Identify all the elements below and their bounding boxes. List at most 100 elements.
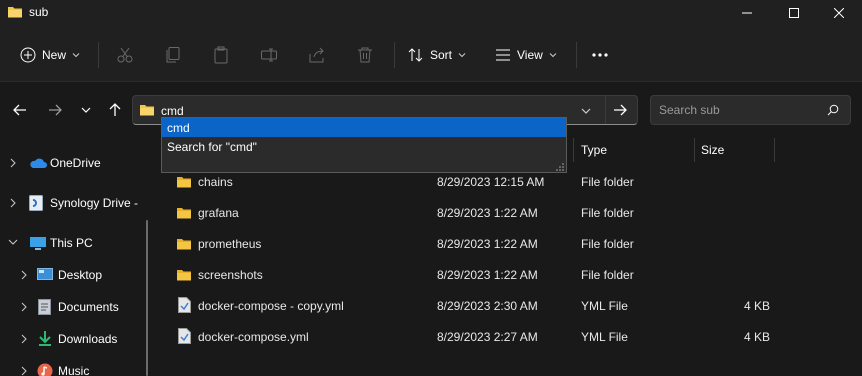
sidebar-item-downloads[interactable]: Downloads (0, 323, 150, 355)
file-type: YML File (581, 299, 628, 313)
file-date: 8/29/2023 12:15 AM (437, 175, 545, 189)
address-input[interactable]: cmd (161, 104, 184, 118)
chevron-right-icon[interactable] (20, 334, 28, 344)
file-type: File folder (581, 206, 634, 220)
music-icon (37, 363, 53, 376)
chevron-down-icon[interactable] (8, 238, 18, 246)
delete-icon (356, 46, 374, 64)
file-date: 8/29/2023 2:30 AM (437, 299, 538, 313)
cut-button[interactable] (110, 40, 140, 70)
back-button[interactable] (6, 96, 34, 124)
file-name: chains (198, 175, 233, 189)
sidebar-item-label: This PC (50, 236, 93, 250)
file-row[interactable]: docker-compose.yml 8/29/2023 2:27 AM YML… (160, 322, 850, 353)
folder-icon (176, 206, 192, 220)
paste-button[interactable] (206, 40, 236, 70)
sidebar-scrollbar[interactable] (146, 220, 148, 376)
cloud-icon (29, 156, 47, 170)
forward-button[interactable] (41, 96, 69, 124)
column-header-size[interactable]: Size (701, 143, 724, 167)
sidebar-item-label: Documents (58, 300, 119, 314)
sidebar-item-onedrive[interactable]: OneDrive (0, 147, 150, 179)
file-row[interactable]: prometheus 8/29/2023 1:22 AM File folder (160, 229, 850, 260)
minimize-button[interactable] (724, 0, 770, 26)
view-button[interactable]: View (489, 40, 563, 70)
share-icon (308, 46, 326, 64)
chevron-down-icon (458, 51, 466, 59)
yml-file-icon (178, 328, 191, 344)
file-type: File folder (581, 268, 634, 282)
maximize-icon (789, 8, 799, 18)
recent-locations-button[interactable] (72, 96, 100, 124)
column-header-type[interactable]: Type (581, 143, 607, 167)
chevron-down-icon (81, 105, 91, 115)
close-icon (834, 8, 844, 18)
search-input[interactable]: Search sub (659, 103, 720, 117)
sidebar-item-music[interactable]: Music (0, 355, 150, 376)
chevron-right-icon[interactable] (20, 366, 28, 376)
more-button[interactable] (585, 40, 615, 70)
file-date: 8/29/2023 1:22 AM (437, 268, 538, 282)
sidebar-item-synology-drive[interactable]: Synology Drive - (0, 187, 150, 219)
sidebar-item-label: OneDrive (50, 156, 101, 170)
window-title: sub (29, 5, 49, 19)
maximize-button[interactable] (771, 0, 817, 26)
suggestion-item[interactable]: Search for "cmd" (162, 137, 566, 156)
column-divider[interactable] (573, 138, 574, 162)
documents-icon (38, 299, 51, 315)
sidebar-item-desktop[interactable]: Desktop (0, 259, 150, 291)
file-name: docker-compose - copy.yml (198, 299, 344, 313)
yml-file-icon (178, 297, 191, 313)
chevron-right-icon[interactable] (9, 198, 17, 208)
file-size: 4 KB (744, 299, 771, 313)
chevron-down-icon (72, 51, 80, 59)
monitor-icon (29, 236, 47, 250)
column-divider[interactable] (694, 138, 695, 162)
new-label: New (42, 48, 67, 62)
arrow-up-icon (108, 103, 122, 117)
close-button[interactable] (816, 0, 862, 26)
download-icon (38, 330, 52, 347)
plus-circle-icon (20, 47, 36, 63)
delete-button[interactable] (350, 40, 380, 70)
sidebar-item-documents[interactable]: Documents (0, 291, 150, 323)
rename-button[interactable] (254, 40, 284, 70)
resize-grip-icon[interactable] (556, 163, 564, 171)
sort-icon (408, 47, 424, 63)
sidebar-item-label: Downloads (58, 332, 118, 346)
arrow-left-icon (13, 103, 27, 117)
divider (605, 96, 606, 124)
divider (576, 42, 577, 68)
go-arrow-icon[interactable] (613, 103, 627, 117)
sidebar-item-this-pc[interactable]: This PC (0, 227, 150, 259)
command-bar: New Sort View (0, 26, 862, 82)
chevron-right-icon[interactable] (20, 270, 28, 280)
folder-icon (176, 268, 192, 282)
suggestion-item[interactable]: cmd (162, 118, 566, 137)
folder-icon (7, 5, 23, 19)
copy-icon (164, 46, 182, 64)
file-date: 8/29/2023 1:22 AM (437, 237, 538, 251)
paste-icon (212, 46, 230, 64)
chevron-right-icon[interactable] (20, 302, 28, 312)
file-row[interactable]: screenshots 8/29/2023 1:22 AM File folde… (160, 260, 850, 291)
file-type: File folder (581, 237, 634, 251)
sort-button[interactable]: Sort (402, 40, 472, 70)
search-icon (827, 104, 839, 116)
share-button[interactable] (302, 40, 332, 70)
synology-icon (29, 195, 43, 211)
file-row[interactable]: grafana 8/29/2023 1:22 AM File folder (160, 198, 850, 229)
up-button[interactable] (101, 96, 129, 124)
chevron-right-icon[interactable] (9, 158, 17, 168)
column-divider[interactable] (774, 138, 775, 162)
copy-button[interactable] (158, 40, 188, 70)
sidebar-item-label: Synology Drive - (50, 196, 139, 210)
title-bar[interactable]: sub (0, 0, 862, 26)
file-size: 4 KB (744, 330, 771, 344)
chevron-down-icon[interactable] (581, 106, 591, 116)
search-box[interactable]: Search sub (650, 95, 851, 125)
folder-icon (176, 237, 192, 251)
new-button[interactable]: New (14, 40, 86, 70)
folder-icon (176, 175, 192, 189)
file-row[interactable]: docker-compose - copy.yml 8/29/2023 2:30… (160, 291, 850, 322)
